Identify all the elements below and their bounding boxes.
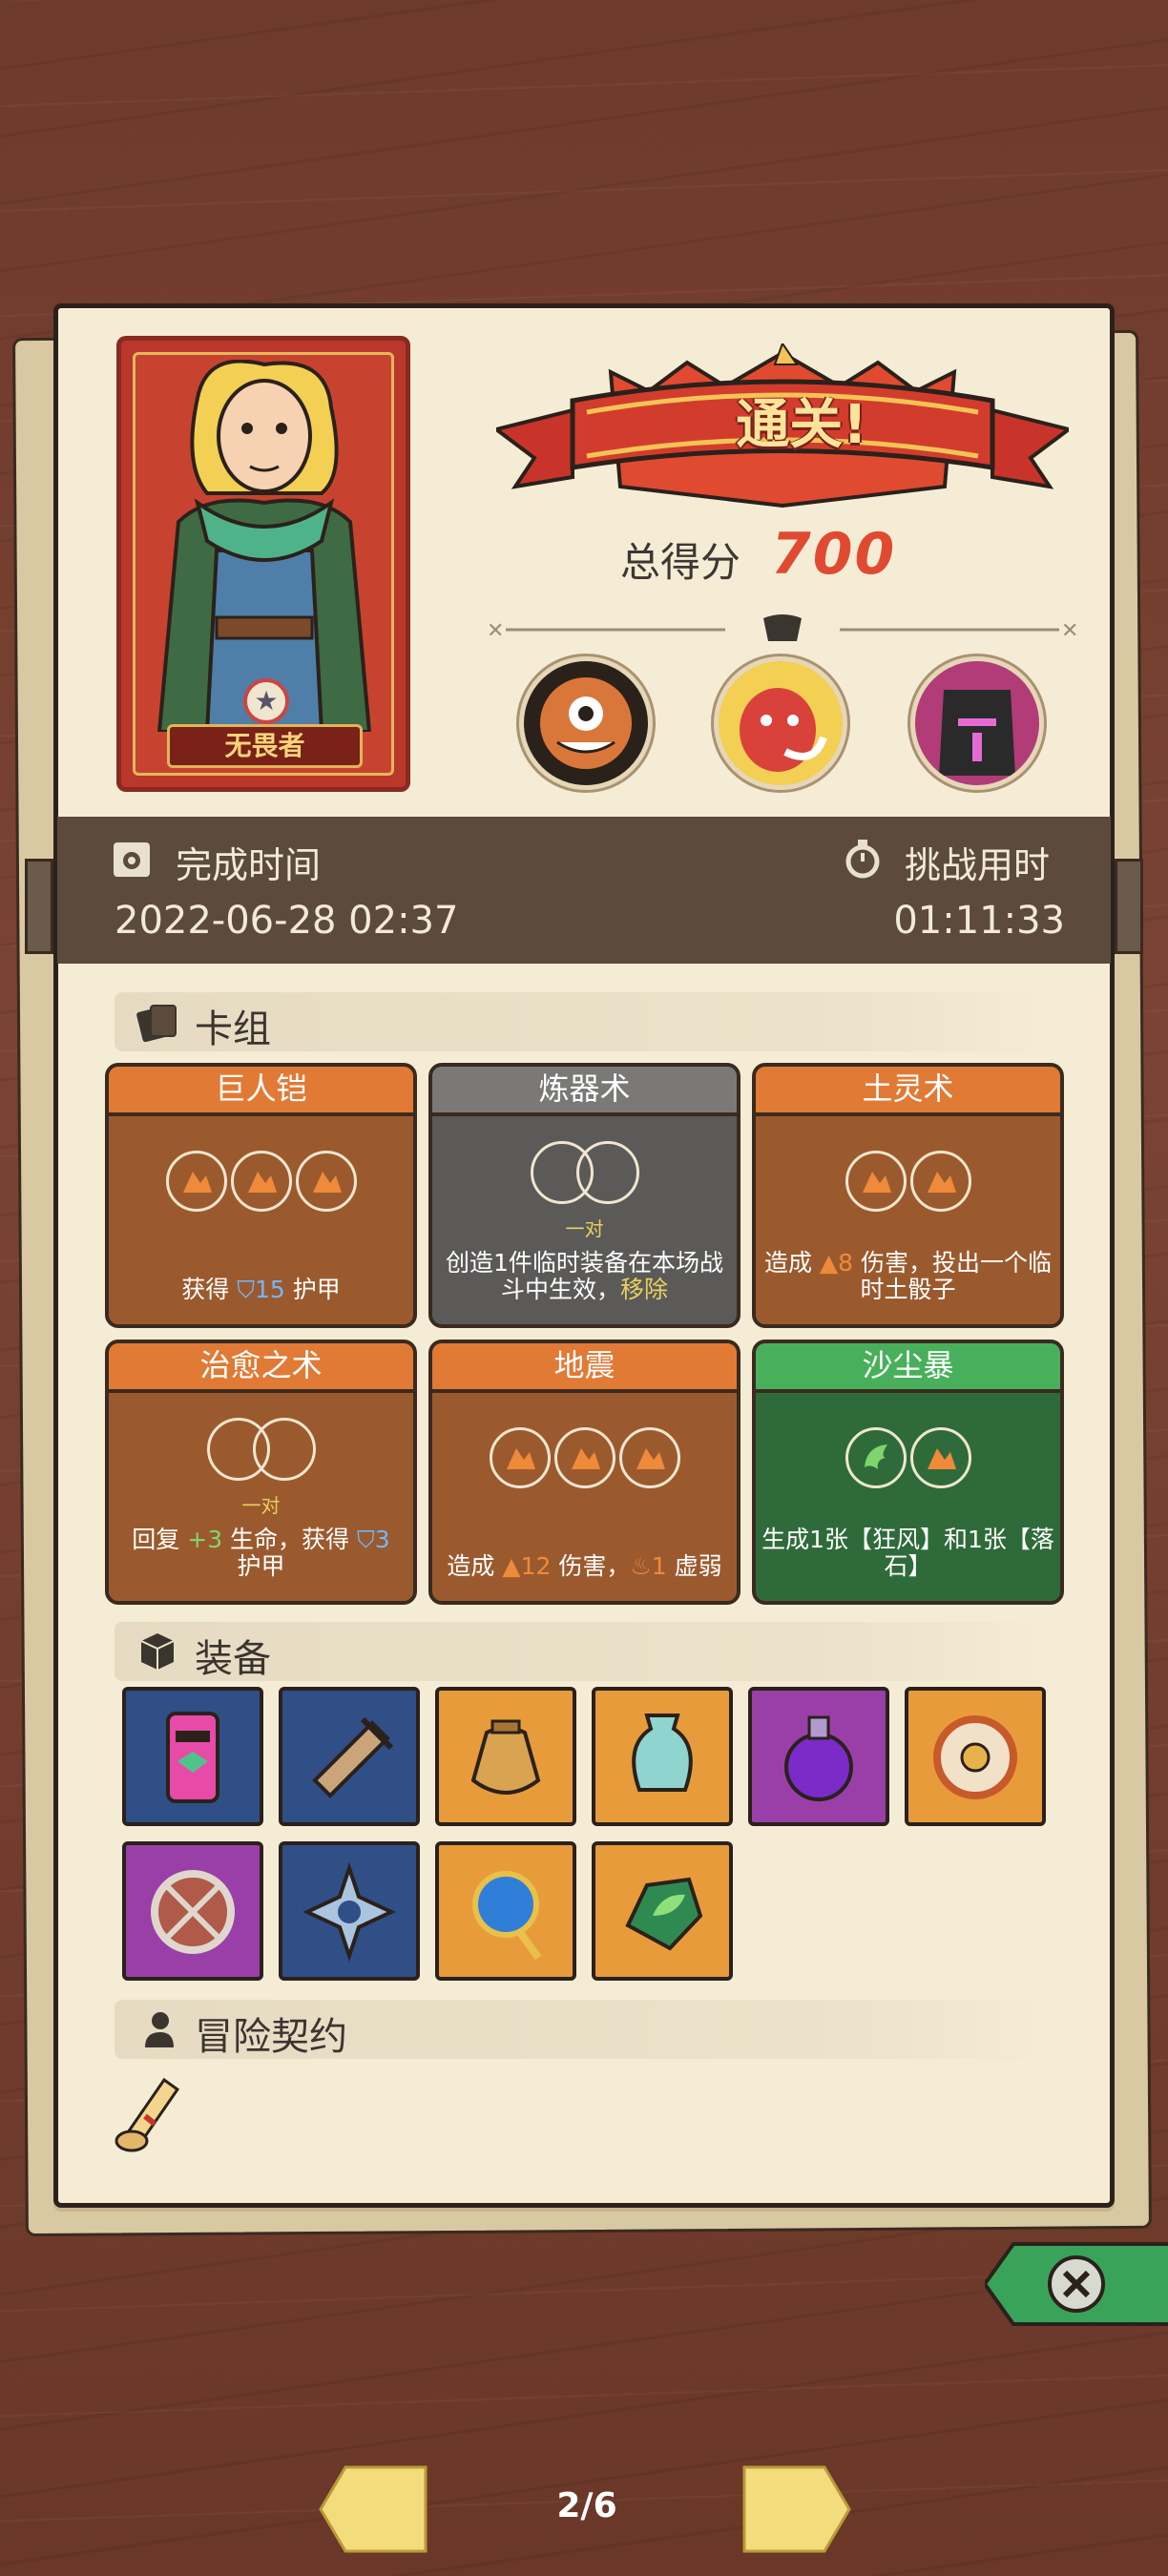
- hero-portrait: ★ 无畏者: [116, 336, 410, 792]
- completed-label: 完成时间: [176, 844, 322, 886]
- shield-icon: ⛉: [357, 1526, 375, 1553]
- contract-person-icon: [145, 2012, 174, 2047]
- page-indicator: 2/6: [556, 2486, 617, 2525]
- card-name: 沙尘暴: [756, 1343, 1060, 1393]
- pair-label: 一对: [565, 1217, 604, 1240]
- rune-slots: [756, 1427, 1060, 1488]
- card-name: 地震: [432, 1343, 737, 1393]
- card-name: 土灵术: [756, 1067, 1060, 1116]
- svg-text:✕: ✕: [1061, 619, 1078, 643]
- cards-icon: [136, 1005, 177, 1043]
- deck-title: 卡组: [195, 1008, 271, 1051]
- card-desc: 生成1张【狂风】和1张【落石】: [761, 1526, 1054, 1580]
- pair-slots: [206, 1418, 316, 1485]
- rune-slots: [109, 1151, 413, 1212]
- next-page-button[interactable]: [739, 2462, 853, 2557]
- money-bag-icon[interactable]: [435, 1687, 576, 1826]
- close-button[interactable]: [985, 2236, 1168, 2332]
- card-desc: 造成 ▲8 伤害，投出一个临时土骰子: [763, 1249, 1053, 1303]
- earth-rune-icon: [553, 1427, 615, 1488]
- potion-icon[interactable]: [748, 1687, 889, 1826]
- earth-rune-icon: [909, 1151, 971, 1212]
- red-horned-boss-icon[interactable]: [714, 656, 847, 790]
- card-crafting[interactable]: 炼器术 一对 创造1件临时装备在本场战斗中生效，移除: [428, 1063, 740, 1328]
- rune-slots: [432, 1427, 737, 1488]
- card-name: 治愈之术: [109, 1343, 413, 1393]
- card-desc: 造成 ▲12 伤害，♨1 虚弱: [447, 1552, 722, 1580]
- card-giant-armor[interactable]: 巨人铠 获得 ⛉15 护甲: [105, 1063, 417, 1328]
- card-sandstorm[interactable]: 沙尘暴 生成1张【狂风】和1张【落石】: [752, 1340, 1064, 1605]
- equipment-title: 装备: [195, 1637, 271, 1681]
- calendar-icon: [114, 842, 150, 877]
- earth-rune-icon: [618, 1427, 680, 1488]
- earth-rune-icon: [489, 1427, 551, 1488]
- card-earthquake[interactable]: 地震 造成 ▲12 伤害，♨1 虚弱: [428, 1340, 740, 1605]
- damage-icon: ▲: [502, 1552, 521, 1580]
- pair-slots: [530, 1141, 639, 1208]
- card-desc: 获得 ⛉15 护甲: [181, 1276, 341, 1303]
- earth-rune-icon: [165, 1151, 227, 1212]
- card-desc: 创造1件临时装备在本场战斗中生效，移除: [446, 1249, 723, 1303]
- wind-rune-icon: [845, 1427, 907, 1488]
- hero-name: 无畏者: [167, 724, 363, 768]
- dark-knight-boss-icon[interactable]: [910, 656, 1044, 790]
- scroll-icon[interactable]: [107, 2068, 187, 2154]
- earth-rune-icon: [909, 1427, 971, 1488]
- deck-header: 卡组: [115, 992, 1050, 1051]
- time-band: 完成时间 2022-06-28 02:37 挑战用时 01:11:33: [57, 817, 1111, 964]
- equipment-header: 装备: [115, 1622, 1050, 1681]
- score-label: 总得分: [620, 539, 741, 586]
- pair-label: 一对: [241, 1494, 281, 1517]
- shield-icon[interactable]: [122, 1841, 263, 1981]
- side-tab-right: [1115, 859, 1143, 954]
- victory-title: 通关!: [736, 394, 867, 456]
- challenge-value: 01:11:33: [893, 899, 1065, 943]
- rank-medal-icon: ★: [243, 678, 289, 724]
- totem-icon[interactable]: [122, 1687, 263, 1826]
- rune-slots: [756, 1151, 1060, 1212]
- hero-figure: [156, 360, 372, 732]
- box-icon: [140, 1633, 175, 1670]
- damage-icon: ▲: [819, 1249, 839, 1277]
- orb-icon[interactable]: [435, 1841, 576, 1981]
- card-healing[interactable]: 治愈之术 一对 回复 +3 生命，获得 ⛉3 护甲: [105, 1340, 417, 1605]
- card-name: 巨人铠: [109, 1067, 413, 1116]
- shield-icon: ⛉: [237, 1276, 255, 1303]
- svg-text:✕: ✕: [487, 619, 504, 643]
- gear-icon[interactable]: [279, 1841, 420, 1981]
- vase-icon[interactable]: [592, 1687, 733, 1826]
- stopwatch-icon: [845, 840, 880, 879]
- earth-rune-icon: [230, 1151, 292, 1212]
- weak-icon: ♨: [630, 1552, 652, 1580]
- completed-value: 2022-06-28 02:37: [115, 899, 459, 943]
- earth-rune-icon: [295, 1151, 357, 1212]
- earth-rune-icon: [845, 1151, 907, 1212]
- challenge-label: 挑战用时: [905, 844, 1051, 886]
- card-desc: 回复 +3 生命，获得 ⛉3 护甲: [132, 1526, 390, 1580]
- card-name: 炼器术: [432, 1067, 737, 1116]
- prev-page-button[interactable]: [317, 2462, 431, 2557]
- score-value: 700: [771, 521, 897, 588]
- leaf-stone-icon[interactable]: [592, 1841, 733, 1981]
- contract-title: 冒险契约: [195, 2015, 347, 2059]
- ring-icon[interactable]: [905, 1687, 1046, 1826]
- boss-divider: ✕ ✕: [487, 614, 1078, 643]
- contract-header: 冒险契约: [115, 2000, 1050, 2059]
- card-earth-spirit[interactable]: 土灵术 造成 ▲8 伤害，投出一个临时土骰子: [752, 1063, 1064, 1328]
- horn-icon[interactable]: [279, 1687, 420, 1826]
- cyclops-boss-icon[interactable]: [519, 656, 653, 790]
- side-tab-left: [25, 859, 53, 954]
